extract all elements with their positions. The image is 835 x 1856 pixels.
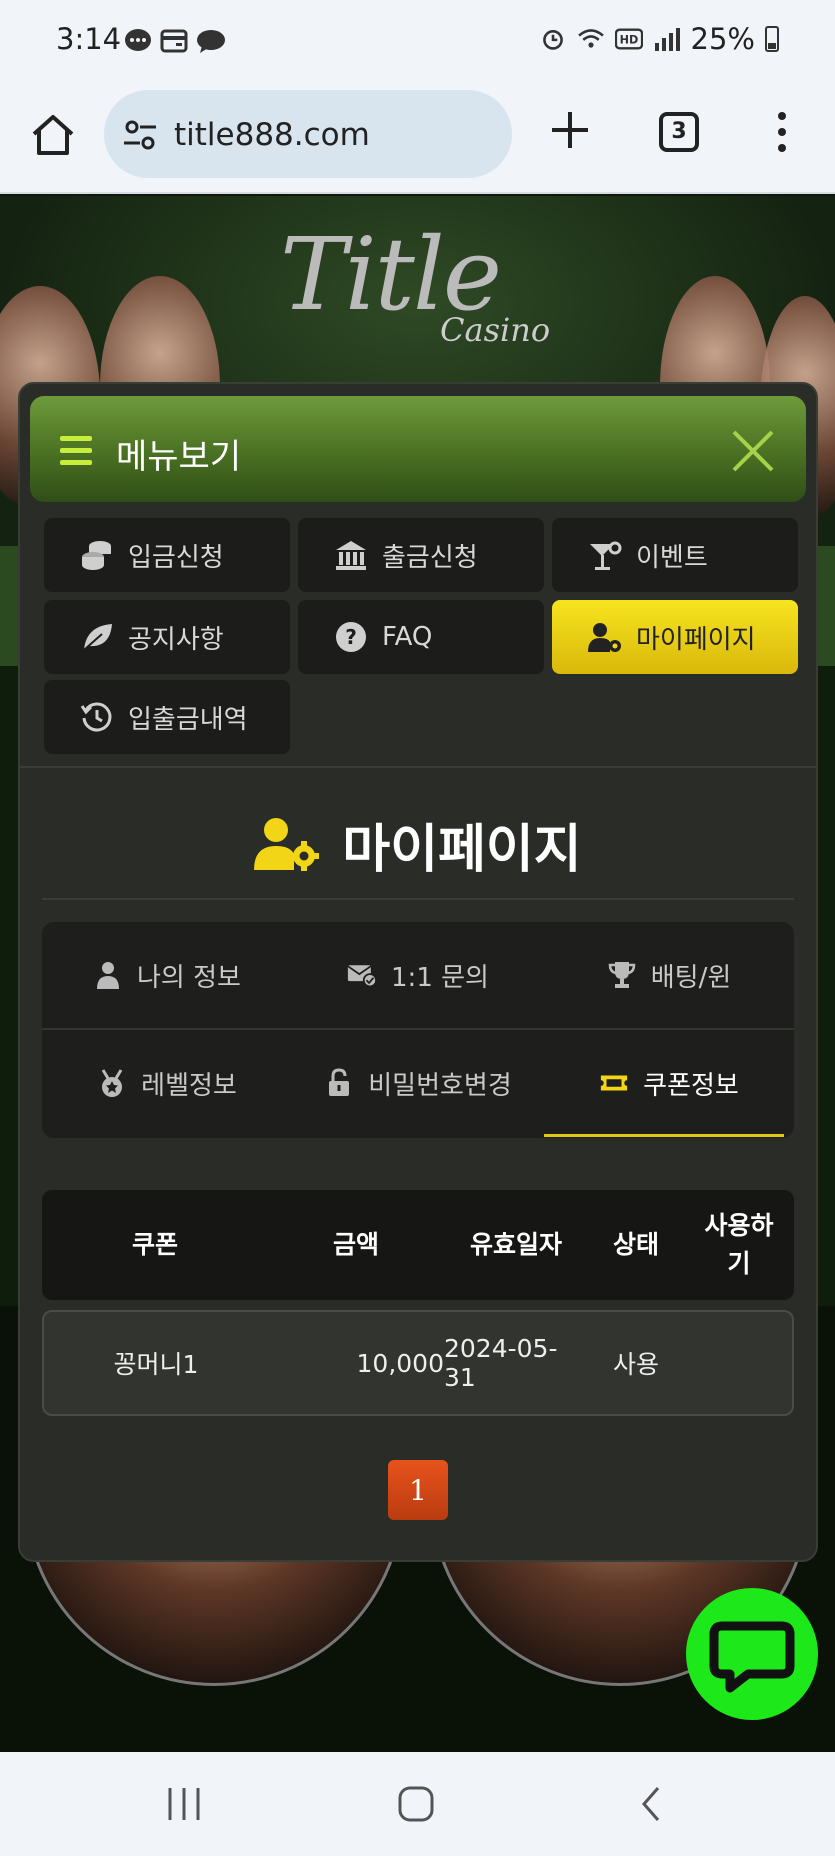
mypage-tabs: 나의 정보 1:1 문의 배팅/윈 레벨정보 비밀번호변경 쿠폰정보 — [42, 922, 794, 1138]
mail-check-icon — [347, 965, 378, 988]
cloud-chat-icon — [197, 30, 225, 53]
back-icon[interactable] — [632, 1784, 672, 1824]
leaf-icon — [83, 624, 112, 651]
menu-item-history[interactable]: 입출금내역 — [44, 680, 290, 754]
tab-my-info[interactable]: 나의 정보 — [42, 922, 292, 1028]
menu-item-label: 출금신청 — [382, 542, 478, 573]
bank-icon — [336, 541, 366, 570]
active-tab-indicator — [544, 1134, 784, 1137]
cocktail-icon — [590, 541, 622, 570]
tab-level-info[interactable]: 레벨정보 — [42, 1030, 292, 1136]
lock-icon — [329, 1068, 350, 1096]
menu-item-label: 입출금내역 — [128, 704, 248, 735]
site-settings-icon[interactable] — [122, 118, 158, 152]
tab-betting-win[interactable]: 배팅/윈 — [544, 922, 794, 1028]
menu-title: 메뉴보기 — [116, 437, 242, 477]
status-time: 3:14 — [56, 22, 122, 56]
close-icon[interactable] — [730, 428, 776, 474]
tab-label: 레벨정보 — [141, 1070, 237, 1101]
menu-modal: 메뉴보기 입금신청 출금신청 이벤트 공지사항 ? FAQ 마이페이지 입출금내… — [18, 382, 818, 1562]
coins-icon — [82, 541, 111, 570]
menu-item-label: FAQ — [382, 622, 433, 652]
column-header: 유효일자 — [469, 1230, 562, 1259]
more-options-icon[interactable] — [776, 112, 788, 152]
menu-header: 메뉴보기 — [30, 396, 806, 502]
tab-coupon-info[interactable]: 쿠폰정보 — [544, 1030, 794, 1136]
user-icon — [97, 962, 120, 989]
page-title: 마이페이지 — [342, 819, 582, 880]
status-right: HD 25% — [539, 22, 779, 56]
menu-item-mypage[interactable]: 마이페이지 — [552, 600, 798, 674]
user-gear-icon — [254, 818, 320, 871]
tab-label: 1:1 문의 — [391, 962, 489, 993]
divider — [42, 898, 794, 900]
coupon-name: 꽁머니1 — [113, 1350, 199, 1379]
divider — [20, 766, 816, 768]
status-bar: 3:14 HD 25% — [0, 0, 835, 84]
column-header: 사용하 기 — [704, 1211, 774, 1278]
tab-inquiry[interactable]: 1:1 문의 — [292, 922, 544, 1028]
menu-item-label: 이벤트 — [636, 542, 708, 573]
user-gear-icon — [588, 623, 621, 652]
tab-label: 쿠폰정보 — [643, 1070, 739, 1101]
browser-toolbar: title888.com 3 — [0, 84, 835, 194]
battery-icon — [765, 26, 779, 52]
notification-icons — [124, 28, 226, 54]
table-row: 꽁머니1 10,000 2024-05-31 사용 — [42, 1310, 794, 1416]
home-nav-icon[interactable] — [396, 1784, 436, 1824]
tab-label: 배팅/윈 — [650, 962, 732, 993]
menu-item-notice[interactable]: 공지사항 — [44, 600, 290, 674]
svg-text:HD: HD — [619, 34, 638, 47]
menu-item-withdraw[interactable]: 출금신청 — [298, 518, 544, 592]
wallet-icon — [160, 29, 188, 53]
column-header: 상태 — [612, 1230, 659, 1259]
site-logo-sub: Casino — [440, 311, 551, 349]
tab-label: 나의 정보 — [137, 962, 241, 993]
menu-item-label: 마이페이지 — [636, 624, 756, 655]
signal-icon — [654, 28, 680, 51]
new-tab-icon[interactable] — [548, 108, 592, 152]
hamburger-icon — [60, 436, 92, 465]
coupon-status: 사용 — [612, 1350, 659, 1379]
alarm-icon — [542, 29, 563, 50]
trophy-icon — [608, 962, 635, 988]
question-icon: ? — [336, 622, 366, 652]
system-nav-bar — [0, 1752, 835, 1856]
hd-icon: HD — [614, 28, 643, 50]
menu-item-label: 공지사항 — [128, 624, 224, 655]
tab-change-password[interactable]: 비밀번호변경 — [292, 1030, 544, 1136]
column-header: 쿠폰 — [131, 1230, 178, 1259]
tab-switcher-button[interactable]: 3 — [659, 112, 699, 152]
page-title-row: 마이페이지 — [20, 804, 816, 884]
coupon-expiry: 2024-05-31 — [444, 1334, 558, 1392]
svg-text:?: ? — [345, 625, 357, 649]
home-icon[interactable] — [28, 110, 78, 160]
wifi-icon — [577, 29, 604, 48]
chat-bubble-icon — [709, 1621, 795, 1693]
menu-item-label: 입금신청 — [128, 542, 224, 573]
chat-notification-icon — [125, 29, 151, 51]
address-bar[interactable]: title888.com — [104, 90, 512, 178]
coupon-use-button[interactable] — [684, 1312, 794, 1414]
battery-percent: 25% — [690, 22, 755, 56]
coupon-amount: 10,000 — [356, 1348, 444, 1378]
menu-item-event[interactable]: 이벤트 — [552, 518, 798, 592]
medal-icon — [101, 1069, 123, 1097]
column-header: 금액 — [332, 1230, 379, 1259]
history-icon — [80, 702, 112, 732]
url-text: title888.com — [174, 117, 370, 153]
ticket-icon — [601, 1075, 628, 1091]
pagination-page-button[interactable]: 1 — [388, 1460, 448, 1520]
recent-apps-icon[interactable] — [164, 1784, 204, 1824]
tab-label: 비밀번호변경 — [368, 1070, 512, 1101]
menu-item-faq[interactable]: ? FAQ — [298, 600, 544, 674]
live-chat-button[interactable] — [686, 1588, 818, 1720]
coupon-table-header: 쿠폰 금액 유효일자 상태 사용하 기 — [42, 1190, 794, 1300]
menu-item-deposit[interactable]: 입금신청 — [44, 518, 290, 592]
